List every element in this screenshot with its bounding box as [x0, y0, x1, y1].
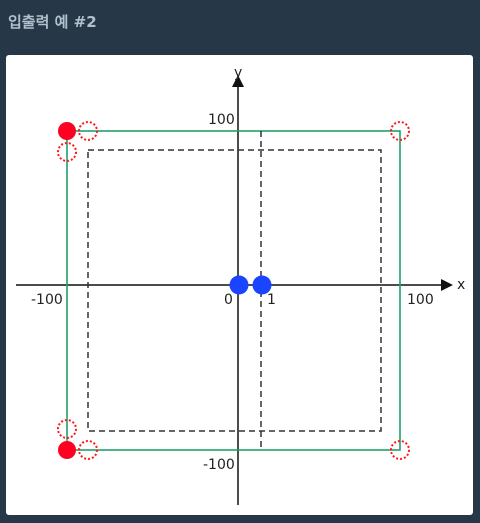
x-axis-label: x	[457, 277, 465, 293]
red-point	[58, 122, 76, 140]
tick-x-100: 100	[407, 292, 434, 308]
tick-y-neg100: -100	[203, 457, 235, 473]
origin-label: 0	[224, 292, 233, 308]
red-point	[58, 441, 76, 459]
tick-x-neg100: -100	[31, 292, 63, 308]
one-label: 1	[267, 292, 276, 308]
tick-y-100: 100	[208, 112, 235, 128]
coordinate-diagram: y x 100 -100 -100 100 0 1	[16, 65, 465, 505]
y-axis-label: y	[234, 65, 242, 81]
